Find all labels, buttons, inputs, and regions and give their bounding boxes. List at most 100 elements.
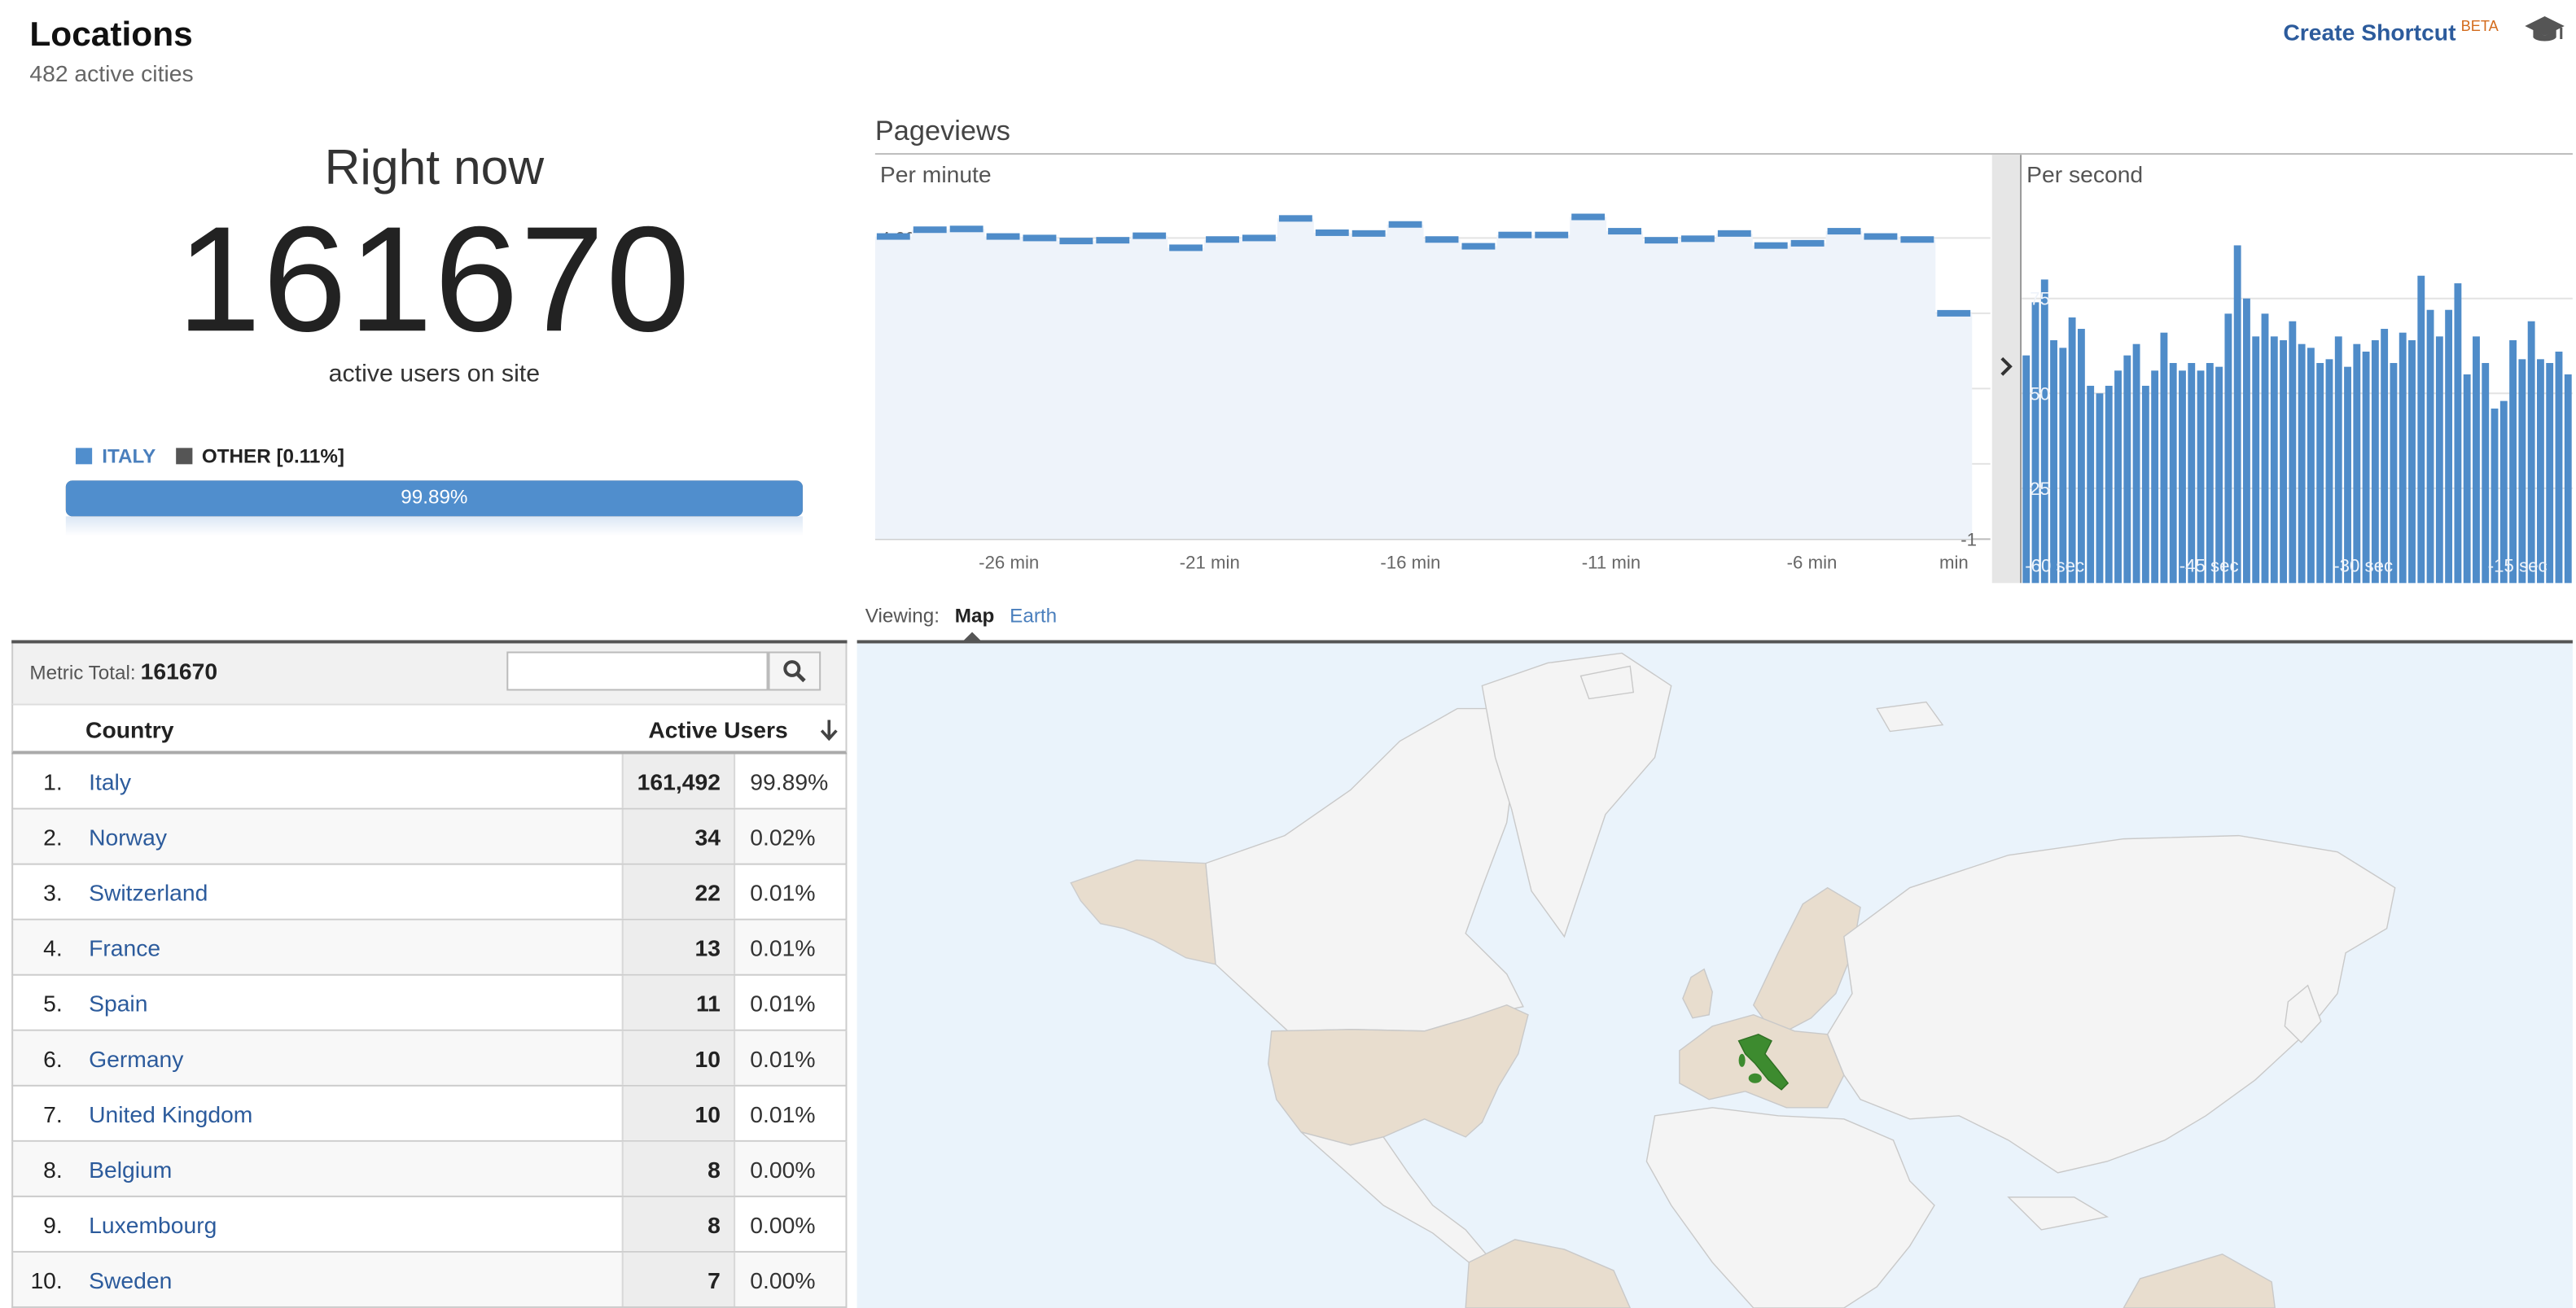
per-second-bar[interactable] xyxy=(2381,329,2389,584)
per-second-bar[interactable] xyxy=(2280,340,2287,584)
country-link[interactable]: United Kingdom xyxy=(89,1101,252,1127)
per-second-bar[interactable] xyxy=(2022,355,2031,584)
per-minute-bar[interactable] xyxy=(986,233,1020,240)
table-search-input[interactable] xyxy=(506,651,769,691)
per-second-bar[interactable] xyxy=(2077,329,2085,584)
per-second-bar[interactable] xyxy=(2289,321,2297,584)
per-second-bar[interactable] xyxy=(2463,374,2471,584)
view-option-map[interactable]: Map xyxy=(955,604,994,627)
table-row[interactable]: 3. Switzerland 22 0.01% xyxy=(11,864,848,921)
per-minute-bar[interactable] xyxy=(1535,231,1569,238)
per-second-bar[interactable] xyxy=(2087,385,2095,584)
per-minute-bar[interactable] xyxy=(1498,231,1532,238)
per-second-bar[interactable] xyxy=(2141,385,2149,584)
per-second-bar[interactable] xyxy=(2031,302,2039,584)
per-minute-bar[interactable] xyxy=(1900,236,1934,243)
country-link[interactable]: Belgium xyxy=(89,1157,172,1183)
per-second-bar[interactable] xyxy=(2482,362,2490,584)
per-second-bar[interactable] xyxy=(2215,366,2223,584)
per-second-bar[interactable] xyxy=(2059,348,2067,584)
view-option-earth[interactable]: Earth xyxy=(1010,604,1057,627)
column-header-active-users[interactable]: Active Users xyxy=(648,717,787,743)
per-second-bar[interactable] xyxy=(2123,355,2131,584)
per-second-bar[interactable] xyxy=(2169,362,2177,584)
sort-descending-icon[interactable] xyxy=(819,719,839,741)
per-minute-bar[interactable] xyxy=(949,225,984,233)
per-second-bar[interactable] xyxy=(2334,336,2342,584)
table-row[interactable]: 1. Italy 161,492 99.89% xyxy=(11,754,848,810)
per-second-bar[interactable] xyxy=(2509,340,2517,584)
table-row[interactable]: 6. Germany 10 0.01% xyxy=(11,1030,848,1087)
per-second-bar[interactable] xyxy=(2307,348,2315,584)
per-second-bar[interactable] xyxy=(2243,298,2250,584)
per-second-bar[interactable] xyxy=(2473,336,2480,584)
country-link[interactable]: Sweden xyxy=(89,1267,172,1293)
per-second-bar[interactable] xyxy=(2390,362,2398,584)
table-row[interactable]: 4. France 13 0.01% xyxy=(11,920,848,976)
country-link[interactable]: France xyxy=(89,935,160,961)
per-minute-bar[interactable] xyxy=(1461,243,1496,250)
per-second-bar[interactable] xyxy=(2316,362,2324,584)
table-row[interactable]: 2. Norway 34 0.02% xyxy=(11,809,848,865)
table-search-button[interactable] xyxy=(768,651,821,691)
country-link[interactable]: Germany xyxy=(89,1046,183,1072)
per-second-bar[interactable] xyxy=(2564,374,2572,584)
per-minute-bar[interactable] xyxy=(1059,238,1093,245)
per-second-bar[interactable] xyxy=(2188,362,2196,584)
per-second-bar[interactable] xyxy=(2114,370,2122,584)
per-second-bar[interactable] xyxy=(2151,370,2159,584)
per-second-bar[interactable] xyxy=(2426,309,2434,584)
country-link[interactable]: Italy xyxy=(89,769,131,795)
per-second-bar[interactable] xyxy=(2445,309,2453,584)
create-shortcut-button[interactable]: Create Shortcut BETA xyxy=(2283,18,2498,45)
per-minute-bar[interactable] xyxy=(1645,237,1678,244)
per-second-bar[interactable] xyxy=(2408,340,2416,584)
world-map[interactable] xyxy=(856,643,2573,1308)
per-second-bar[interactable] xyxy=(2132,343,2140,584)
per-second-bar[interactable] xyxy=(2050,340,2057,584)
per-minute-bar[interactable] xyxy=(1827,228,1861,235)
per-second-bar[interactable] xyxy=(2417,275,2425,584)
per-minute-bar[interactable] xyxy=(1096,237,1130,244)
per-second-bar[interactable] xyxy=(2224,313,2232,584)
per-minute-bar[interactable] xyxy=(1790,239,1825,247)
per-second-bar[interactable] xyxy=(2298,343,2306,584)
per-second-bar[interactable] xyxy=(2270,336,2278,584)
per-second-bar[interactable] xyxy=(2546,362,2554,584)
graduation-cap-icon[interactable] xyxy=(2523,13,2566,46)
table-row[interactable]: 9. Luxembourg 8 0.00% xyxy=(11,1196,848,1253)
per-minute-bar[interactable] xyxy=(1680,235,1715,243)
per-second-bar[interactable] xyxy=(2371,340,2379,584)
per-minute-bar[interactable] xyxy=(1717,230,1751,237)
per-minute-bar[interactable] xyxy=(876,233,910,240)
per-second-bar[interactable] xyxy=(2096,393,2104,584)
per-second-bar[interactable] xyxy=(2179,370,2186,584)
per-minute-bar[interactable] xyxy=(913,226,947,234)
per-second-bar[interactable] xyxy=(2206,362,2214,584)
per-second-bar[interactable] xyxy=(2105,385,2113,584)
per-minute-bar[interactable] xyxy=(1023,234,1057,242)
per-second-bar[interactable] xyxy=(2353,343,2361,584)
country-link[interactable]: Norway xyxy=(89,825,167,851)
per-second-bar[interactable] xyxy=(2399,332,2407,584)
per-second-bar[interactable] xyxy=(2344,366,2351,584)
country-link[interactable]: Spain xyxy=(89,991,147,1017)
per-second-bar[interactable] xyxy=(2527,321,2535,584)
per-second-bar[interactable] xyxy=(2362,351,2370,584)
per-second-bar[interactable] xyxy=(2518,359,2526,584)
per-second-bar[interactable] xyxy=(2040,279,2048,584)
table-row[interactable]: 10. Sweden 7 0.00% xyxy=(11,1252,848,1308)
per-minute-bar[interactable] xyxy=(1278,215,1312,222)
per-minute-bar[interactable] xyxy=(1132,232,1167,239)
table-row[interactable]: 5. Spain 11 0.01% xyxy=(11,975,848,1031)
per-minute-bar[interactable] xyxy=(1937,309,1971,317)
per-minute-bar[interactable] xyxy=(1425,236,1459,243)
country-link[interactable]: Switzerland xyxy=(89,880,208,906)
per-second-bar[interactable] xyxy=(2261,313,2269,584)
per-second-bar[interactable] xyxy=(2435,336,2443,584)
per-minute-bar[interactable] xyxy=(1315,229,1349,236)
per-minute-bar[interactable] xyxy=(1608,228,1641,235)
per-second-bar[interactable] xyxy=(2233,245,2241,584)
per-minute-bar[interactable] xyxy=(1352,230,1386,237)
column-header-country[interactable]: Country xyxy=(85,717,173,743)
